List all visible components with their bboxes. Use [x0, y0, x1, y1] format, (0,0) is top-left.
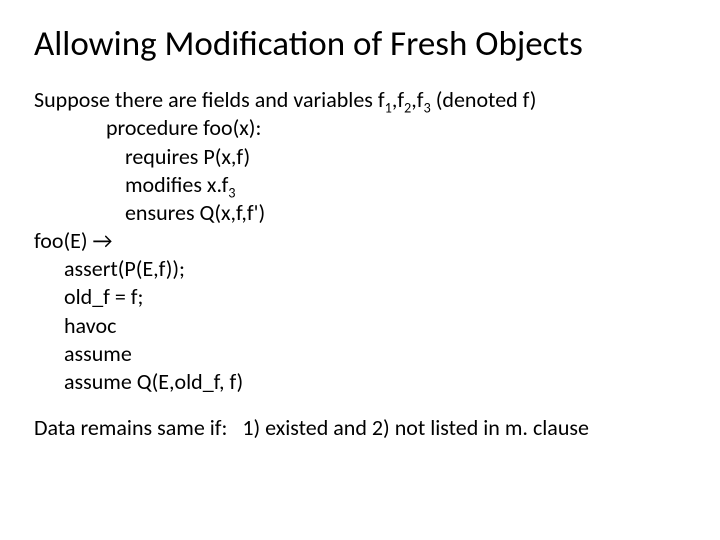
slide-title: Allowing Modification of Fresh Objects [34, 24, 686, 64]
intro-c: ,f [411, 86, 423, 113]
assert-line: assert(P(E,f)); [34, 255, 686, 283]
footer-line: Data remains same if: 1) existed and 2) … [34, 414, 686, 442]
slide-body: Suppose there are fields and variables f… [34, 86, 686, 442]
sub-1: 1 [385, 99, 392, 117]
havoc-line: havoc [34, 312, 686, 340]
mod-a: modifies x.f [120, 171, 228, 198]
slide: Allowing Modification of Fresh Objects S… [0, 0, 720, 540]
assume-q-line: assume Q(E,old_f, f) [34, 368, 686, 396]
call-line: foo(E) → [34, 227, 686, 255]
intro-a: Suppose there are fields and variables f [34, 86, 385, 113]
proc-line: procedure foo(x): [34, 114, 686, 142]
assume-line: assume [34, 340, 686, 368]
spacer [34, 396, 686, 414]
modifies-line: modifies x.f3 [34, 171, 686, 199]
intro-b: ,f [392, 86, 404, 113]
oldf-line: old_f = f; [34, 283, 686, 311]
intro-d: (denoted f) [431, 86, 537, 113]
requires-line: requires P(x,f) [34, 143, 686, 171]
intro-line: Suppose there are fields and variables f… [34, 86, 686, 114]
sub-3: 3 [424, 99, 431, 117]
ensures-line: ensures Q(x,f,f') [34, 199, 686, 227]
